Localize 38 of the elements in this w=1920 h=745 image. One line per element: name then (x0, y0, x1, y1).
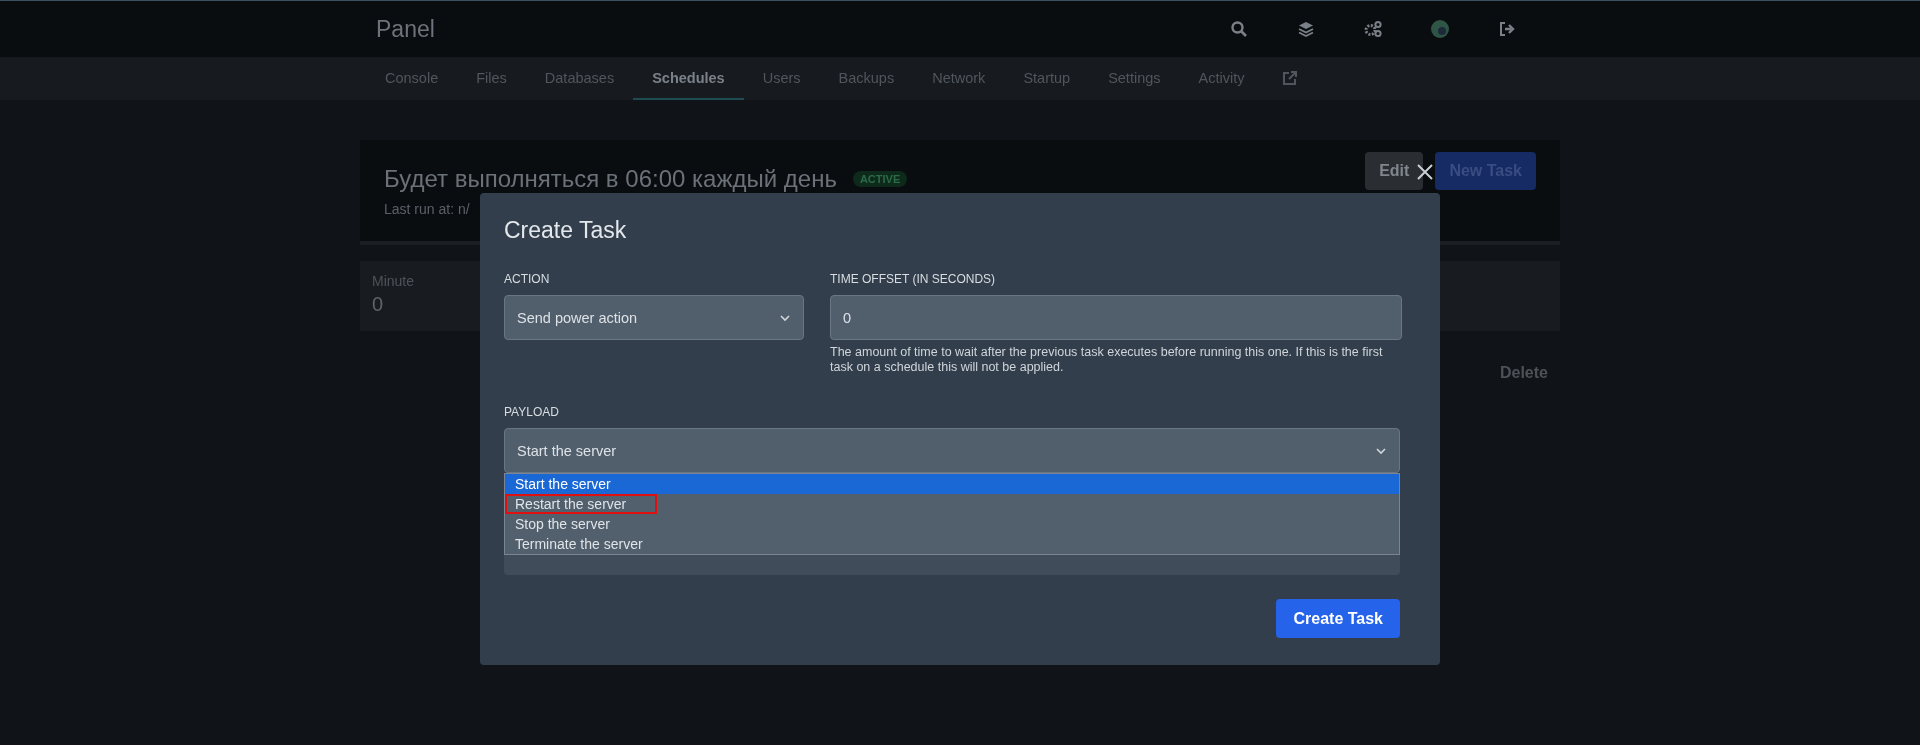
payload-select[interactable]: Start the server (504, 428, 1400, 473)
edit-button[interactable]: Edit (1365, 152, 1424, 190)
nav-tab[interactable]: Backups (819, 57, 914, 100)
dropdown-option[interactable]: Restart the server (505, 494, 657, 514)
field-label: TIME OFFSET (IN SECONDS) (830, 272, 997, 286)
nav-tab[interactable]: Files (457, 57, 526, 100)
dropdown-option[interactable]: Start the server (505, 474, 1399, 494)
search-icon[interactable] (1230, 20, 1248, 38)
modal-title: Create Task (504, 217, 628, 244)
delete-button[interactable]: Delete (1499, 364, 1548, 382)
dropdown-option[interactable]: Stop the server (505, 514, 1399, 534)
nav-tab[interactable]: Schedules (633, 57, 744, 100)
field-label: ACTION (504, 272, 551, 286)
last-run-text: Last run at: n/ (384, 200, 471, 217)
nav-tab[interactable]: Startup (1004, 57, 1090, 100)
nav-tab[interactable]: Console (366, 57, 458, 100)
cron-value: 0 (372, 293, 384, 316)
action-select[interactable]: Send power action (504, 295, 804, 340)
create-task-button[interactable]: Create Task (1276, 599, 1400, 638)
schedule-title: Будет выполняться в 06:00 каждый день (384, 164, 837, 193)
gears-icon[interactable] (1364, 20, 1382, 38)
nav-tab[interactable]: Databases (525, 57, 634, 100)
help-text: The amount of time to wait after the previous task executes before running this one. If this is the first task on a schedule this will not be applied. (830, 345, 1384, 375)
nav-tab[interactable]: Network (913, 57, 1005, 100)
status-badge: ACTIVE (852, 170, 908, 187)
nav-tab[interactable]: Users (743, 57, 820, 100)
nav-tab[interactable]: Settings (1089, 57, 1180, 100)
dropdown-option[interactable]: Terminate the server (505, 534, 1399, 554)
layers-icon[interactable] (1297, 20, 1315, 38)
chevron-down-icon (779, 313, 791, 322)
logout-icon[interactable] (1498, 20, 1516, 38)
cron-label: Minute (372, 273, 415, 289)
time-offset-field[interactable]: 0 (830, 295, 1402, 340)
chevron-down-icon (1375, 446, 1387, 455)
nav-tab[interactable]: Activity (1179, 57, 1264, 100)
field-label: PAYLOAD (504, 405, 560, 419)
close-icon[interactable] (1416, 163, 1434, 181)
text-field[interactable] (504, 555, 1400, 575)
